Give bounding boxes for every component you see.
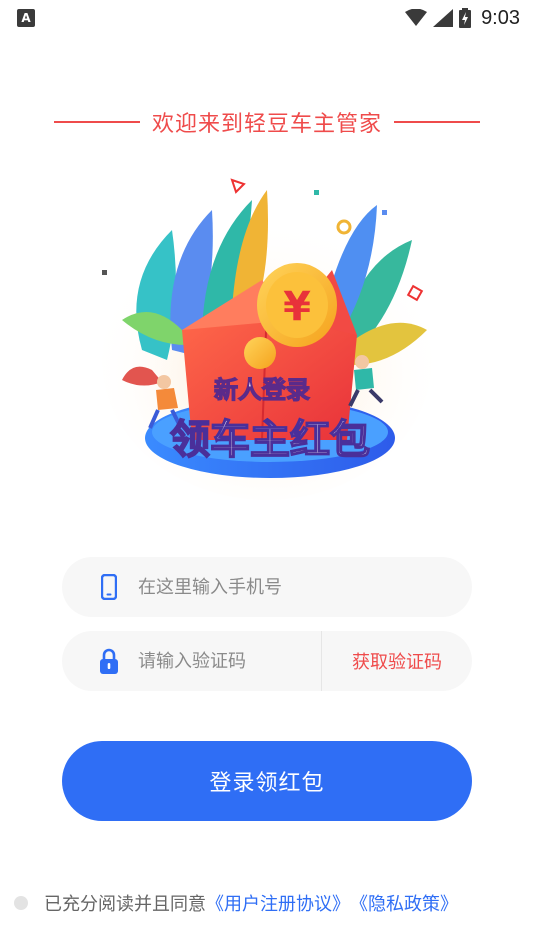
red-packet-illustration: ¥ 新人登录 领车主红包 [92, 170, 442, 500]
verification-code-field[interactable]: 获取验证码 [62, 631, 472, 691]
user-agreement-link[interactable]: 《用户注册协议》 [206, 890, 350, 916]
hero-title: 领车主红包 [170, 417, 370, 463]
status-bar: A 9:03 [0, 0, 534, 36]
lock-icon [98, 647, 120, 675]
status-time: 9:03 [481, 6, 520, 29]
verification-code-input[interactable] [138, 641, 321, 681]
app-notification-icon: A [17, 9, 35, 27]
agreement-prefix: 已充分阅读并且同意 [44, 894, 206, 915]
phone-field[interactable] [62, 557, 472, 617]
welcome-header: 欢迎来到轻豆车主管家 [0, 104, 534, 140]
phone-input[interactable] [138, 567, 472, 607]
coin-yen-symbol: ¥ [283, 284, 311, 330]
welcome-title: 欢迎来到轻豆车主管家 [151, 112, 382, 137]
hero-subtitle: 新人登录 [214, 376, 310, 404]
divider-right [394, 121, 480, 123]
login-button[interactable]: 登录领红包 [62, 741, 472, 821]
signal-icon [433, 9, 454, 27]
divider-left [53, 121, 140, 123]
agreement-row: 已充分阅读并且同意 《用户注册协议》 《隐私政策》 [14, 888, 524, 918]
agreement-checkbox[interactable] [14, 896, 28, 910]
status-icons: 9:03 [405, 6, 520, 30]
wifi-icon [405, 9, 428, 26]
privacy-policy-link[interactable]: 《隐私政策》 [350, 890, 458, 916]
get-code-button[interactable]: 获取验证码 [322, 648, 472, 674]
battery-charging-icon [459, 8, 472, 28]
phone-icon [98, 573, 120, 601]
